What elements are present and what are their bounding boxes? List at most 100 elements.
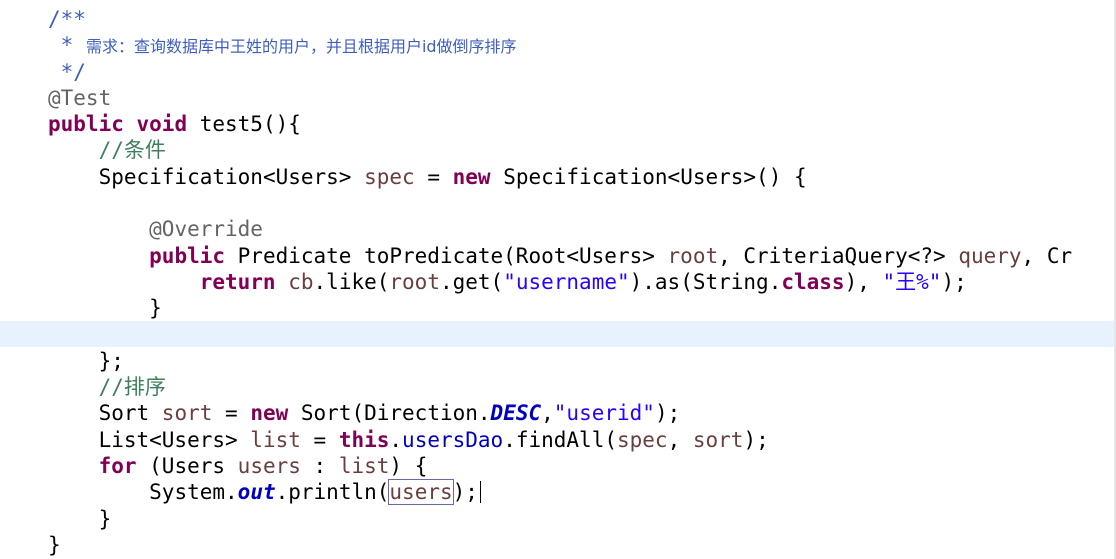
code-token: class <box>781 269 845 294</box>
code-token: ).as(String. <box>629 269 782 294</box>
code-token: root <box>667 243 719 268</box>
code-token: public <box>48 112 124 137</box>
code-line[interactable]: //排序 <box>48 374 1072 400</box>
code-line[interactable]: @Override <box>48 216 1072 242</box>
code-token: , <box>667 427 693 452</box>
code-token: "王%" <box>882 269 942 294</box>
code-token: System. <box>149 480 238 505</box>
code-token: this <box>338 427 390 452</box>
code-token: out <box>237 480 276 505</box>
code-token: = <box>300 427 339 452</box>
code-token: cb <box>288 269 314 294</box>
code-token: = <box>414 164 453 189</box>
code-line[interactable]: List<Users> list = this.usersDao.findAll… <box>48 427 1072 453</box>
code-token: } <box>48 532 61 557</box>
code-token: "username" <box>503 269 630 294</box>
code-line[interactable]: for (Users users : list) { <box>48 453 1072 479</box>
code-token: , Cr <box>1021 243 1073 268</box>
code-token: } <box>149 296 162 321</box>
code-token: usersDao <box>402 427 504 452</box>
code-token: , <box>541 401 554 426</box>
code-token: ); <box>452 480 478 505</box>
code-token: //条件 <box>98 138 166 163</box>
code-token: /** <box>48 7 86 31</box>
code-token: test5(){ <box>187 112 301 137</box>
code-line[interactable]: //条件 <box>48 137 1072 163</box>
code-token: spec <box>364 164 415 189</box>
code-token: = <box>212 401 251 426</box>
code-token: new <box>250 401 289 426</box>
code-token: List<Users> <box>98 427 251 452</box>
code-token: }; <box>98 348 124 373</box>
highlighted-occurrence: users <box>388 479 454 506</box>
code-token: sort <box>161 401 213 426</box>
code-token: . <box>389 427 403 452</box>
code-token: Specification<Users>() { <box>490 164 807 189</box>
code-line[interactable]: System.out.println(users); <box>48 479 1072 506</box>
code-line[interactable] <box>48 322 1072 348</box>
code-token: (Users <box>136 454 238 479</box>
code-token: @Override <box>149 217 263 242</box>
code-token: .get( <box>439 269 504 294</box>
code-token: DESC <box>490 401 542 426</box>
text-cursor <box>479 481 481 504</box>
code-token: for <box>98 454 137 479</box>
code-line[interactable]: Sort sort = new Sort(Direction.DESC,"use… <box>48 400 1072 426</box>
code-token: @Test <box>48 85 112 110</box>
code-line[interactable]: return cb.like(root.get("username").as(S… <box>48 269 1072 295</box>
code-token: ); <box>743 427 769 452</box>
code-token: ); <box>941 269 967 294</box>
code-line[interactable]: @Test <box>48 85 1072 111</box>
code-token: list <box>338 454 390 479</box>
code-token: ) { <box>389 454 428 479</box>
code-line[interactable]: /** <box>48 6 1072 32</box>
code-token: void <box>136 112 188 137</box>
code-token: sort <box>692 427 744 452</box>
code-token: .like( <box>313 269 390 294</box>
code-editor[interactable]: /** * 需求：查询数据库中王姓的用户，并且根据用户id做倒序排序 */@Te… <box>0 0 1116 559</box>
code-line[interactable]: */ <box>48 59 1072 85</box>
code-line[interactable]: } <box>48 532 1072 558</box>
code-token: new <box>452 164 491 189</box>
code-token: "userid" <box>553 401 655 426</box>
code-token: Sort(Direction. <box>288 401 491 426</box>
code-token: * <box>60 33 86 58</box>
code-token: : <box>300 454 339 479</box>
code-token: //排序 <box>98 375 166 400</box>
code-token: ), <box>844 269 883 294</box>
code-token: } <box>98 506 112 531</box>
code-token: public <box>149 243 226 268</box>
code-token: query <box>958 243 1022 268</box>
code-token: list <box>250 427 301 452</box>
code-line[interactable]: * 需求：查询数据库中王姓的用户，并且根据用户id做倒序排序 <box>48 32 1072 58</box>
code-token: Specification<Users> <box>98 164 365 189</box>
code-token: ); <box>654 401 681 426</box>
code-area[interactable]: /** * 需求：查询数据库中王姓的用户，并且根据用户id做倒序排序 */@Te… <box>48 6 1072 558</box>
code-line[interactable]: public void test5(){ <box>48 111 1072 137</box>
code-line[interactable]: } <box>48 295 1072 321</box>
code-line[interactable]: } <box>48 506 1072 532</box>
code-line[interactable]: public Predicate toPredicate(Root<Users>… <box>48 243 1072 269</box>
code-line[interactable]: }; <box>48 348 1072 374</box>
code-token: return <box>199 269 276 294</box>
code-token: .findAll( <box>503 427 617 452</box>
code-token: */ <box>60 59 86 84</box>
code-line[interactable] <box>48 190 1072 216</box>
code-line[interactable]: Specification<Users> spec = new Specific… <box>48 164 1072 190</box>
code-token: root <box>389 269 440 294</box>
code-token: 需求：查询数据库中王姓的用户，并且根据用户id做倒序排序 <box>85 37 517 57</box>
